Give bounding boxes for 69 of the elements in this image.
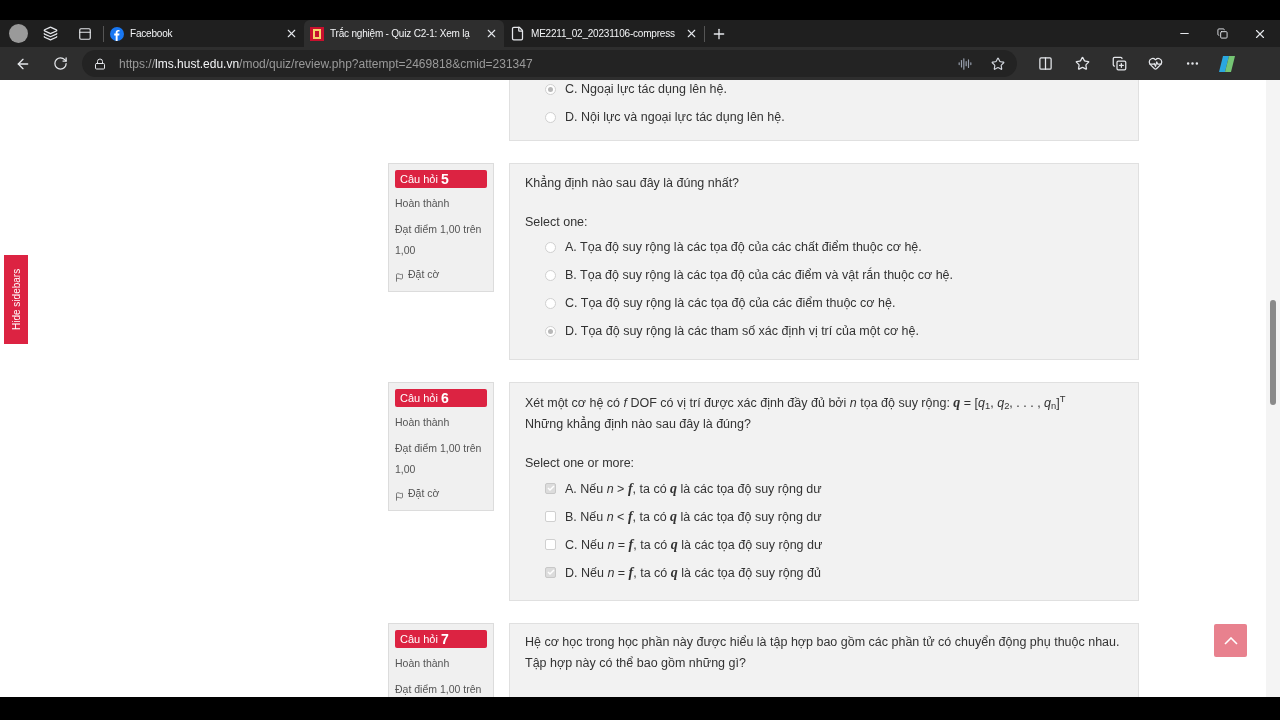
split-screen-icon[interactable] — [1038, 56, 1053, 71]
sound-waves-icon[interactable] — [958, 56, 972, 71]
grade-text: Đạt điểm 1,00 trên — [395, 682, 483, 697]
flag-button[interactable]: Đặt cờ — [395, 267, 487, 283]
question-text: Hệ cơ học trong học phần này được hiểu là tập hợp bao gồm các phần tử có chuyển động phụ thuộc nhau. — [525, 634, 1121, 651]
workspaces-icon[interactable] — [43, 26, 58, 41]
tab-title: Facebook — [130, 27, 174, 41]
tab-title: Trắc nghiệm - Quiz C2-1: Xem lạ — [330, 26, 471, 41]
restore-icon[interactable] — [1217, 28, 1228, 39]
radio-button[interactable] — [545, 83, 556, 95]
url-text: https://lms.hust.edu.vn/mod/quiz/review.php?attempt=2469818&cmid=231347 — [119, 55, 533, 73]
profile-avatar[interactable] — [9, 24, 28, 43]
question-number-badge: Câu hỏi 7 — [395, 630, 487, 648]
collections-icon[interactable] — [1112, 56, 1127, 71]
grade-text: Đạt điểm 1,00 trên 1,00 — [395, 222, 483, 258]
status-text: Hoàn thành — [395, 415, 451, 430]
option-label: B. Nếu n < f, ta có q là các tọa độ suy rộng dư — [565, 507, 822, 526]
status-text: Hoàn thành — [395, 196, 451, 211]
radio-button[interactable] — [545, 325, 556, 337]
radio-button[interactable] — [545, 111, 556, 123]
checkbox[interactable] — [545, 566, 556, 578]
option-label: A. Tọa độ suy rộng là các tọa độ của các chất điểm thuộc cơ hệ. — [565, 238, 922, 256]
option-label: C. Tọa độ suy rộng là các tọa độ của các điểm thuộc cơ hệ. — [565, 294, 896, 312]
tab-actions-icon[interactable] — [78, 26, 92, 41]
browser-tab[interactable]: Trắc nghiệm - Quiz C2-1: Xem lạ — [304, 20, 504, 47]
option-label: C. Nếu n = f, ta có q là các tọa độ suy rộng dư — [565, 535, 823, 554]
browser-tab[interactable]: ME2211_02_20231106-compress — [504, 20, 704, 47]
question-number-badge: Câu hỏi 6 — [395, 389, 487, 407]
question-text: Tập hợp này có thể bao gồm những gì? — [525, 655, 747, 672]
health-icon[interactable] — [1148, 56, 1163, 71]
chevron-up-icon — [1223, 636, 1238, 645]
browser-tab[interactable]: Facebook — [104, 20, 304, 47]
option-label: D. Nếu n = f, ta có q là các tọa độ suy rộng đủ — [565, 563, 821, 582]
checkbox[interactable] — [545, 538, 556, 550]
copilot-icon[interactable] — [1217, 54, 1237, 73]
flag-icon — [395, 273, 404, 283]
status-text: Hoàn thành — [395, 656, 451, 671]
checkbox[interactable] — [545, 510, 556, 522]
lock-icon — [94, 57, 106, 70]
question-text: Những khẳng định nào sau đây là đúng? — [525, 415, 752, 433]
document-icon — [510, 26, 525, 41]
close-icon[interactable] — [285, 27, 298, 40]
option-label: A. Nếu n > f, ta có q là các tọa độ suy rộng dư — [565, 479, 822, 498]
refresh-icon[interactable] — [53, 56, 68, 71]
option-label: D. Nội lực và ngoại lực tác dụng lên hệ. — [565, 108, 785, 126]
grade-text: Đạt điểm 1,00 trên 1,00 — [395, 441, 483, 477]
radio-button[interactable] — [545, 241, 556, 253]
question-text: Khẳng định nào sau đây là đúng nhất? — [525, 174, 741, 192]
option-label: D. Tọa độ suy rộng là các tham số xác định vị trí của một cơ hệ. — [565, 322, 919, 340]
flag-button[interactable]: Đặt cờ — [395, 486, 487, 502]
option-label: C. Ngoại lực tác dụng lên hệ. — [565, 80, 727, 98]
tab-title: ME2211_02_20231106-compress — [531, 27, 676, 41]
scrollbar[interactable] — [1266, 80, 1280, 697]
checkbox[interactable] — [545, 482, 556, 494]
round-logo-icon — [110, 26, 124, 41]
instruction-text: Select one: — [525, 214, 589, 231]
question-text: Xét một cơ hệ có f DOF có vị trí được xác định đầy đủ bởi n tọa độ suy rộng: q = [q$_{1}$, q$_{2}$, . . . , q$_{n}$]$^{T}$ — [525, 393, 1067, 414]
close-icon[interactable] — [485, 27, 498, 40]
close-icon[interactable] — [685, 27, 698, 40]
flag-icon — [395, 492, 404, 502]
radio-button[interactable] — [545, 269, 556, 281]
option-label: B. Tọa độ suy rộng là các tọa độ của các điểm và vật rắn thuộc cơ hệ. — [565, 266, 954, 284]
question-number-badge: Câu hỏi 5 — [395, 170, 487, 188]
star-icon[interactable] — [991, 56, 1005, 71]
radio-button[interactable] — [545, 297, 556, 309]
address-bar[interactable]: https://lms.hust.edu.vn/mod/quiz/review.php?attempt=2469818&cmid=231347 — [82, 50, 1017, 77]
instruction-text: Select one or more: — [525, 455, 636, 472]
favorites-icon[interactable] — [1075, 56, 1090, 71]
hide-sidebars-tab[interactable]: Hide sidebars — [4, 255, 28, 344]
